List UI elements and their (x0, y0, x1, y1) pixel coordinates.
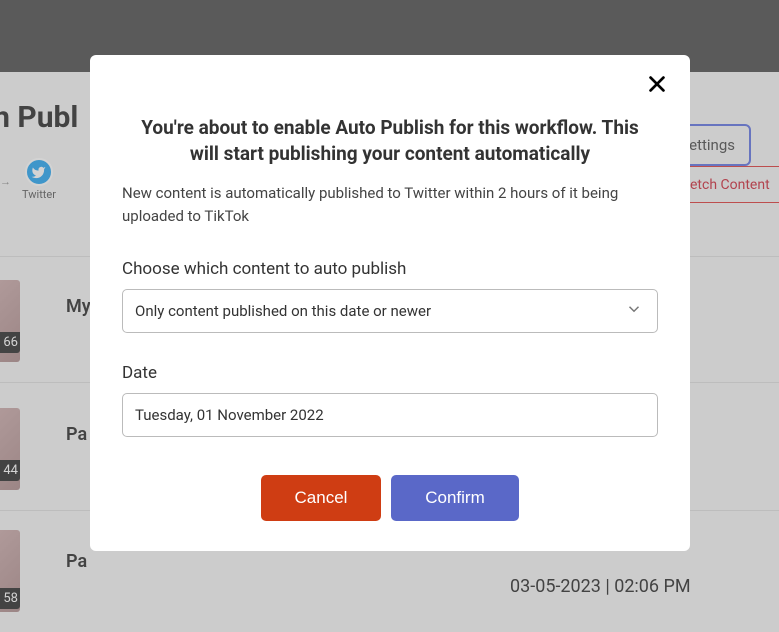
page-background: d In Publ → Twitter ettings etch Content… (0, 0, 779, 632)
date-label: Date (122, 363, 658, 383)
select-value: Only content published on this date or n… (135, 302, 431, 320)
cancel-button[interactable]: Cancel (261, 475, 381, 521)
close-icon[interactable] (646, 73, 668, 95)
modal-heading: You're about to enable Auto Publish for … (136, 115, 644, 166)
date-input[interactable]: Tuesday, 01 November 2022 (122, 393, 658, 437)
auto-publish-modal: You're about to enable Auto Publish for … (90, 55, 690, 551)
chevron-down-icon (625, 300, 643, 322)
confirm-button[interactable]: Confirm (391, 475, 519, 521)
modal-overlay: You're about to enable Auto Publish for … (0, 0, 779, 632)
modal-button-row: Cancel Confirm (122, 475, 658, 521)
content-filter-select[interactable]: Only content published on this date or n… (122, 289, 658, 333)
select-label: Choose which content to auto publish (122, 259, 658, 279)
modal-description: New content is automatically published t… (122, 182, 658, 227)
date-value: Tuesday, 01 November 2022 (135, 406, 324, 424)
